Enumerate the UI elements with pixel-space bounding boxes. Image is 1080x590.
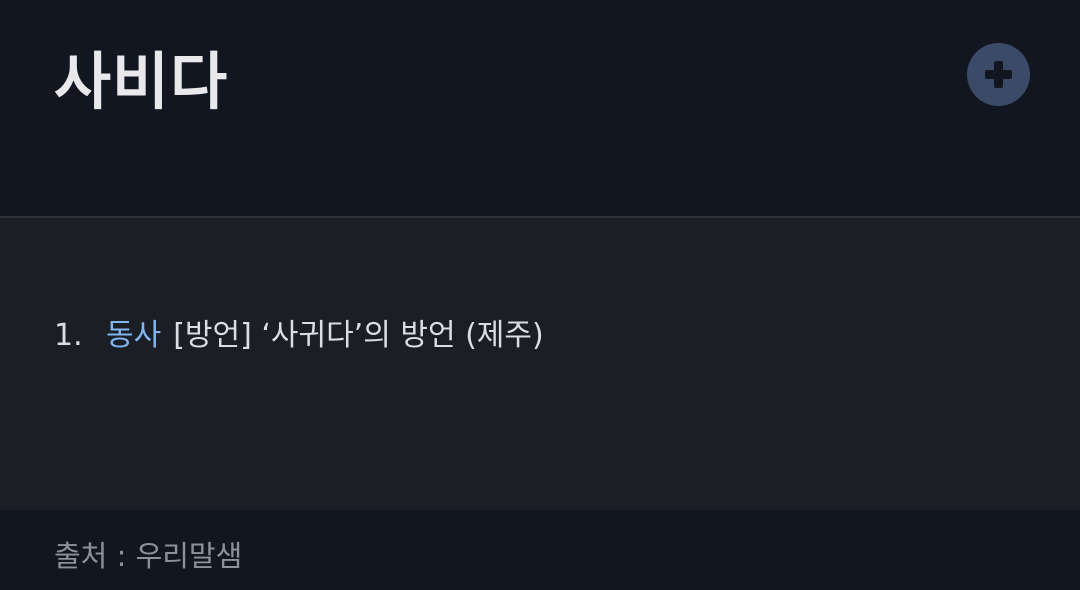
add-button[interactable] [967, 43, 1030, 106]
header: 사비다 [0, 0, 1080, 217]
definition-number: 1. [54, 318, 83, 353]
definition-item: 1. 동사 [방언] ‘사귀다’의 방언 (제주) [54, 314, 544, 358]
page-title: 사비다 [54, 45, 229, 118]
definition-text: [방언] ‘사귀다’의 방언 (제주) [173, 318, 544, 353]
part-of-speech-link[interactable]: 동사 [106, 318, 161, 353]
source-label: 출처 : 우리말샘 [54, 539, 243, 573]
definition-panel [0, 218, 1080, 510]
